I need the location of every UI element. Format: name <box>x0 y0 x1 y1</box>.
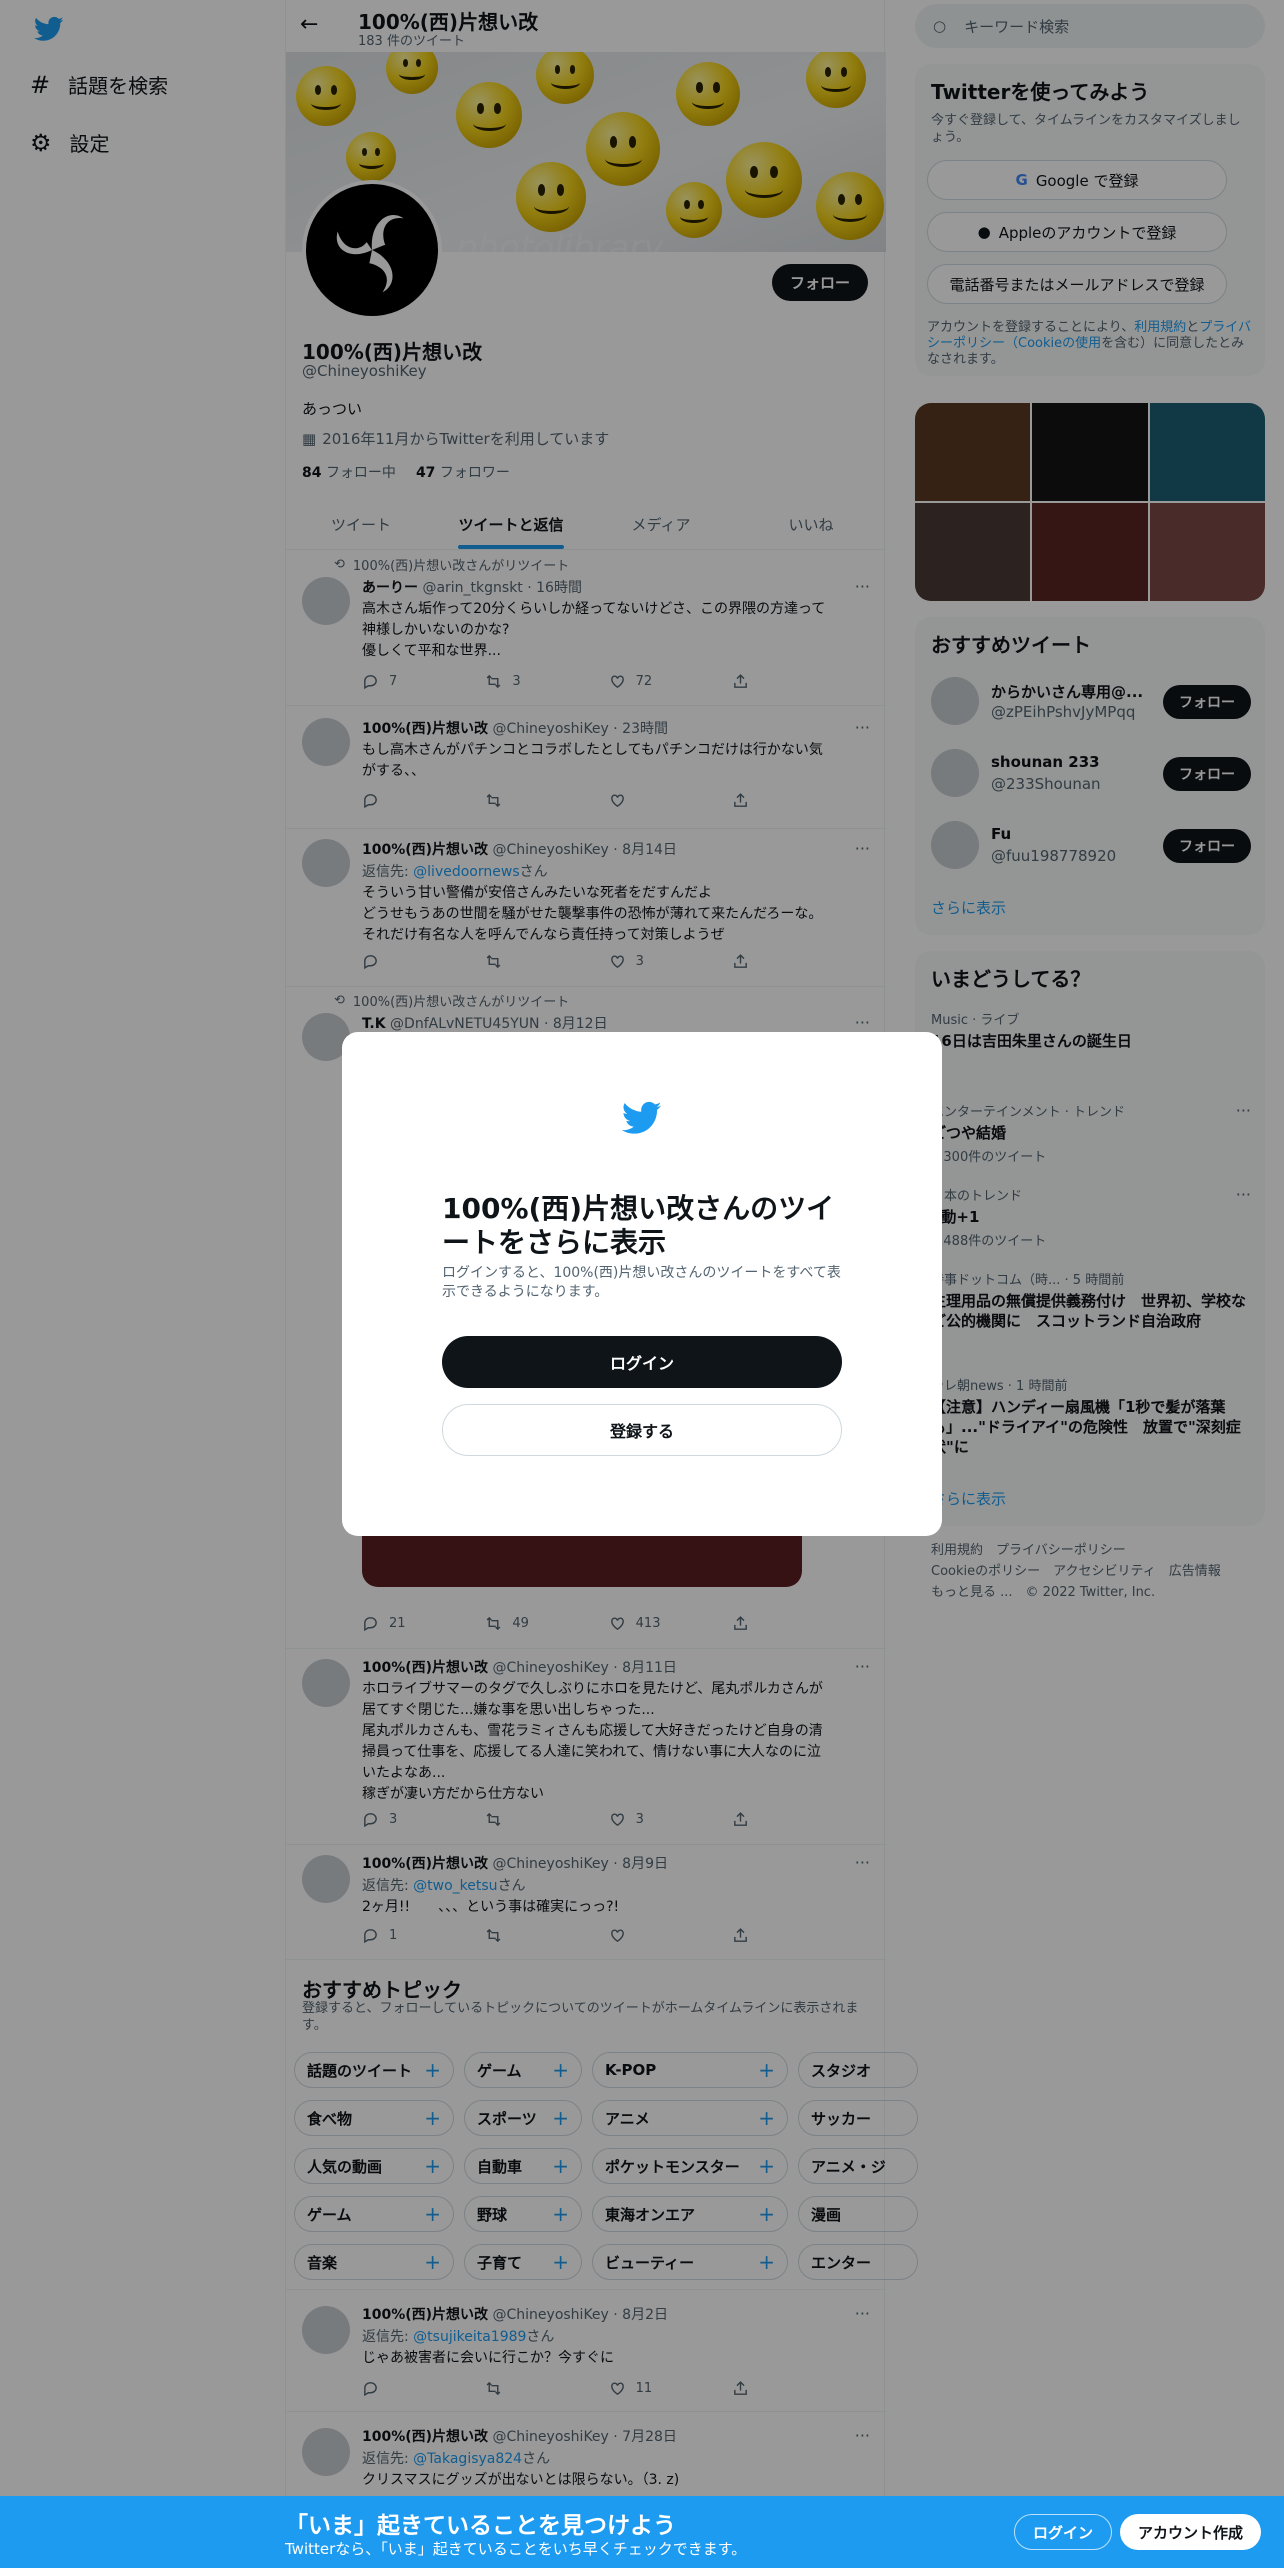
modal-signup-button[interactable]: 登録する <box>442 1404 842 1456</box>
bottom-bar-title: 「いま」起きていることを見つけよう <box>285 2513 676 2539</box>
login-modal: 100%(西)片想い改さんのツイートをさらに表示 ログインすると、100%(西)… <box>342 1032 942 1536</box>
modal-title: 100%(西)片想い改さんのツイートをさらに表示 <box>442 1192 835 1259</box>
bottom-bar-subtitle: Twitterなら、「いま」起きていることをいち早くチェックできます。 <box>285 2540 747 2558</box>
twitter-logo-icon <box>621 1101 662 1134</box>
bottom-signup-button[interactable]: アカウント作成 <box>1120 2514 1262 2550</box>
bottom-signup-bar: 「いま」起きていることを見つけよう Twitterなら、「いま」起きていることを… <box>0 2496 1284 2568</box>
bottom-login-button[interactable]: ログイン <box>1014 2514 1113 2550</box>
modal-login-button[interactable]: ログイン <box>442 1336 842 1388</box>
modal-description: ログインすると、100%(西)片想い改さんのツイートをすべて表示できるようになり… <box>442 1265 841 1300</box>
